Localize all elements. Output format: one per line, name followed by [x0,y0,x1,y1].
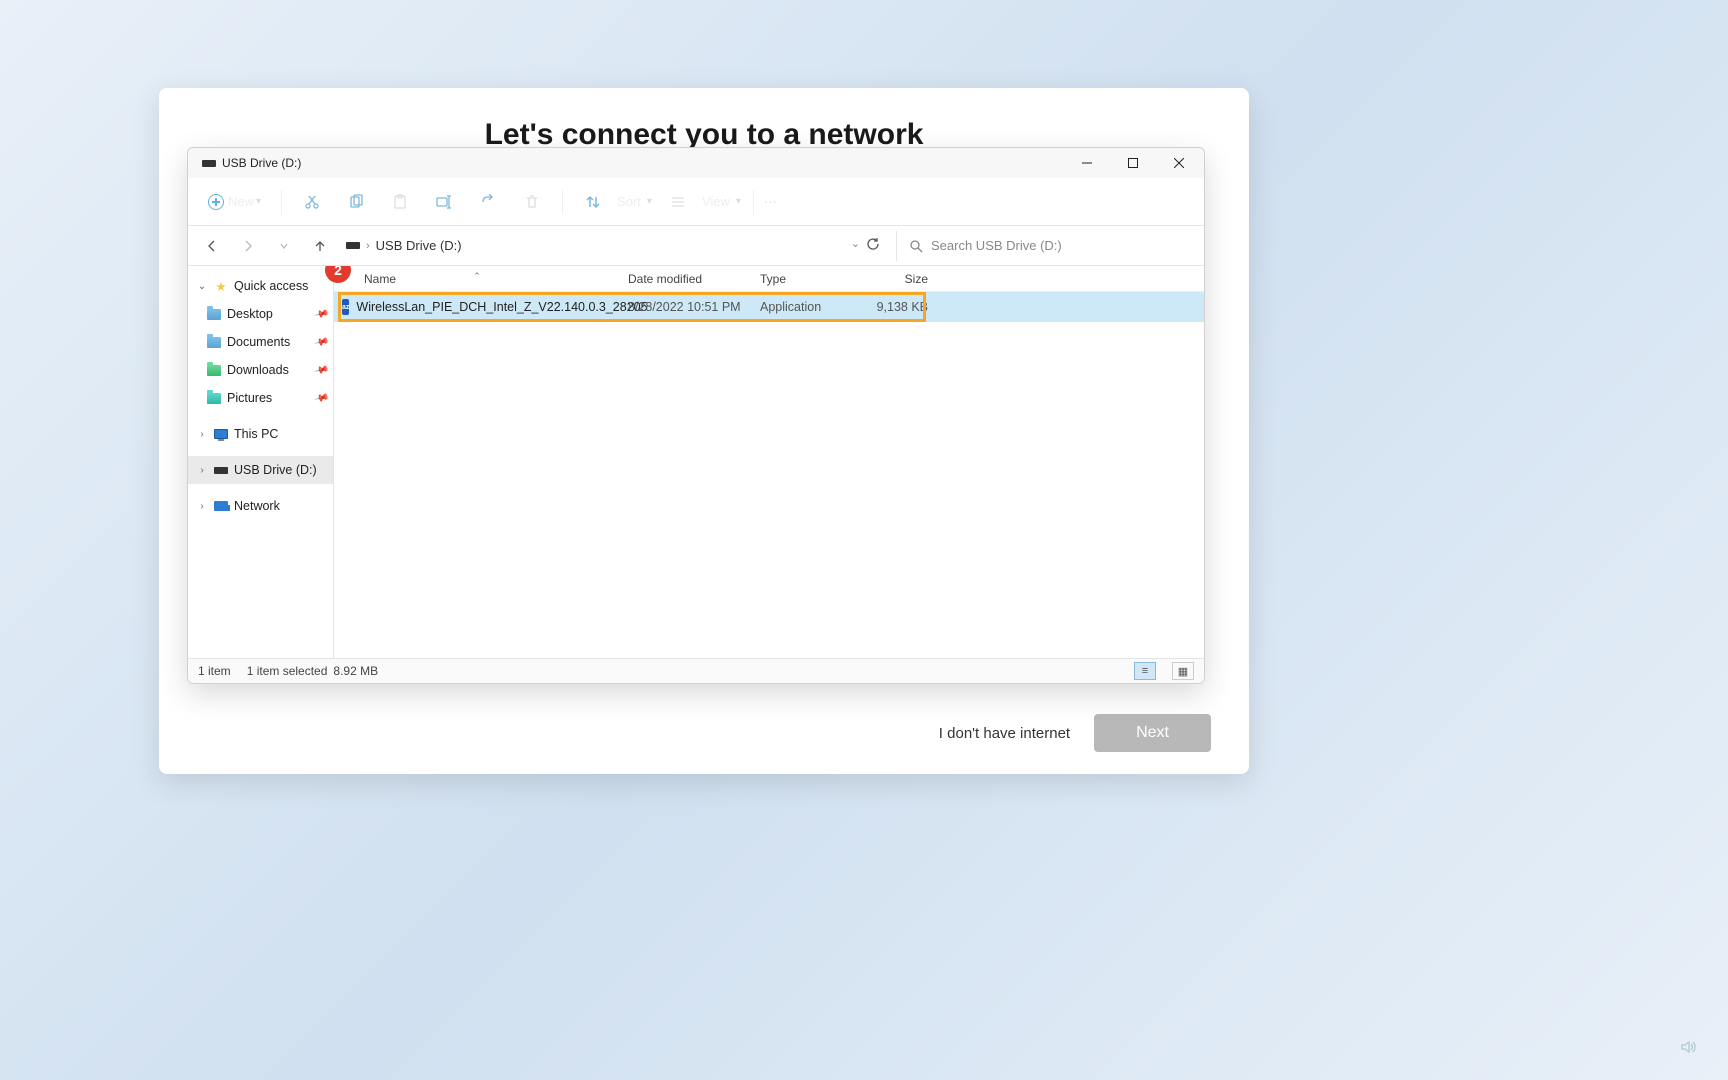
plus-icon [208,194,224,210]
oobe-footer: I don't have internet Next [939,714,1211,752]
column-name[interactable]: Name ⌃ [334,272,620,286]
file-name: WirelessLan_PIE_DCH_Intel_Z_V22.140.0.3_… [356,300,647,314]
status-size: 8.92 MB [333,664,378,678]
window-title: USB Drive (D:) [222,156,301,170]
breadcrumb[interactable]: › USB Drive (D:) ⌄ [340,237,892,254]
close-button[interactable] [1156,148,1202,178]
status-selected: 1 item selected [247,664,328,678]
toolbar: New ▾ Sort ▾ View ▾ ··· [188,178,1204,226]
chevron-right-icon[interactable]: › [196,501,208,512]
file-list[interactable]: Name ⌃ Date modified Type Size az Wirele… [334,266,1204,658]
nav-network[interactable]: › Network [188,492,333,520]
drive-icon [202,160,216,167]
sort-indicator-icon: ⌃ [473,271,481,282]
cut-icon[interactable] [294,184,330,220]
search-icon [909,239,923,253]
details-view-button[interactable]: ≡ [1134,662,1156,680]
chevron-down-icon[interactable]: ⌄ [851,237,860,254]
volume-icon[interactable] [1678,1037,1698,1062]
column-headers: Name ⌃ Date modified Type Size [334,266,1204,292]
tiles-view-button[interactable]: ▦ [1172,662,1194,680]
search-input[interactable]: Search USB Drive (D:) [896,231,1196,261]
minimize-button[interactable] [1064,148,1110,178]
file-row[interactable]: az WirelessLan_PIE_DCH_Intel_Z_V22.140.0… [334,292,1204,322]
pin-icon: 📌 [313,362,329,378]
nav-documents[interactable]: Documents 📌 [188,328,333,356]
pin-icon: 📌 [313,306,329,322]
drive-icon [346,242,360,249]
nav-usb-drive[interactable]: › USB Drive (D:) [188,456,333,484]
back-button[interactable] [196,230,228,262]
view-icon[interactable] [660,184,696,220]
file-type: Application [752,300,860,314]
refresh-button[interactable] [866,237,880,254]
no-internet-link[interactable]: I don't have internet [939,725,1070,742]
accessibility-icon[interactable] [1638,1037,1658,1062]
pin-icon: 📌 [313,334,329,350]
chevron-down-icon: ▾ [256,196,261,207]
new-button[interactable]: New ▾ [200,190,269,214]
up-button[interactable] [304,230,336,262]
chevron-right-icon: › [366,240,370,252]
chevron-down-icon: ▾ [736,196,741,207]
column-type[interactable]: Type [752,272,860,286]
file-date: 8/28/2022 10:51 PM [620,300,752,314]
star-icon: ★ [213,278,229,294]
status-bar: 1 item 1 item selected 8.92 MB ≡ ▦ [188,658,1204,683]
pin-icon: 📌 [313,390,329,406]
nav-downloads[interactable]: Downloads 📌 [188,356,333,384]
more-button[interactable]: ··· [764,194,777,209]
share-icon[interactable] [470,184,506,220]
next-button[interactable]: Next [1094,714,1211,752]
folder-icon [206,334,222,350]
nav-pictures[interactable]: Pictures 📌 [188,384,333,412]
application-icon: az [342,299,349,315]
sort-icon[interactable] [575,184,611,220]
column-date[interactable]: Date modified [620,272,752,286]
rename-icon[interactable] [426,184,462,220]
chevron-down-icon: ▾ [647,196,652,207]
network-icon [213,498,229,514]
forward-button[interactable] [232,230,264,262]
file-size: 9,138 KB [860,300,936,314]
copy-icon[interactable] [338,184,374,220]
nav-desktop[interactable]: Desktop 📌 [188,300,333,328]
maximize-button[interactable] [1110,148,1156,178]
folder-icon [206,390,222,406]
chevron-right-icon[interactable]: › [196,465,208,476]
nav-this-pc[interactable]: › This PC [188,420,333,448]
folder-icon [206,306,222,322]
delete-icon[interactable] [514,184,550,220]
chevron-right-icon[interactable]: › [196,429,208,440]
drive-icon [213,462,229,478]
nav-pane[interactable]: ⌄ ★ Quick access Desktop 📌 Documents 📌 D… [188,266,334,658]
breadcrumb-segment[interactable]: USB Drive (D:) [376,238,462,253]
address-bar: › USB Drive (D:) ⌄ Search USB Drive (D:) [188,226,1204,266]
system-tray [1638,1037,1698,1062]
pc-icon [213,426,229,442]
paste-icon[interactable] [382,184,418,220]
file-explorer-window: USB Drive (D:) New ▾ Sort ▾ View ▾ ··· [187,147,1205,684]
status-count: 1 item [198,664,231,678]
chevron-down-icon[interactable]: ⌄ [196,281,208,292]
column-size[interactable]: Size [860,272,936,286]
nav-quick-access[interactable]: ⌄ ★ Quick access [188,272,333,300]
recent-button[interactable] [268,230,300,262]
titlebar[interactable]: USB Drive (D:) [188,148,1204,178]
folder-icon [206,362,222,378]
